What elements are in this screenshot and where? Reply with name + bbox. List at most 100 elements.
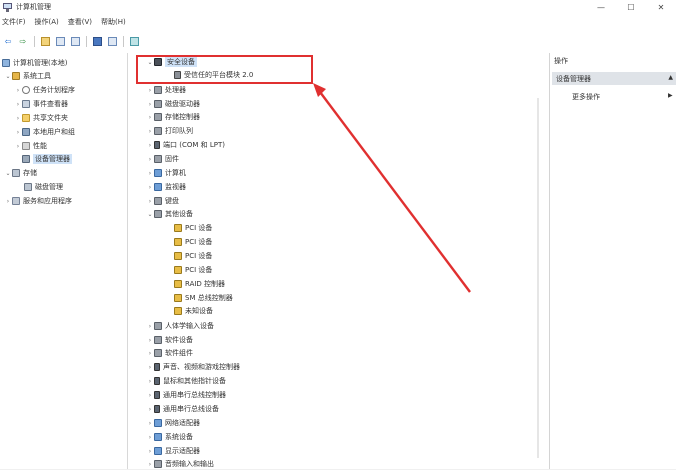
tree-item-device[interactable]: SM 总线控制器: [174, 292, 233, 304]
expand-icon[interactable]: ›: [146, 156, 154, 163]
collapse-icon[interactable]: ⌄: [4, 170, 12, 177]
expand-icon[interactable]: ›: [146, 448, 154, 455]
expand-icon[interactable]: ›: [146, 378, 154, 385]
vertical-scrollbar[interactable]: [537, 98, 539, 458]
expand-icon[interactable]: ›: [4, 198, 12, 205]
help-button[interactable]: [91, 35, 103, 47]
expand-icon[interactable]: ›: [146, 198, 154, 205]
usb-device-icon: [154, 405, 160, 413]
expand-icon[interactable]: ›: [146, 323, 154, 330]
minimize-button[interactable]: —: [586, 0, 616, 14]
expand-icon[interactable]: ›: [14, 87, 22, 94]
tree-item-category[interactable]: › 声音、视频和游戏控制器: [146, 361, 240, 373]
toolbar-separator: [86, 35, 87, 47]
tree-item-category[interactable]: › 网络适配器: [146, 417, 200, 429]
tree-label: 未知设备: [185, 307, 213, 315]
actions-section-device-manager[interactable]: 设备管理器 ▲: [552, 72, 676, 85]
menu-view[interactable]: 查看(V): [68, 17, 92, 27]
expand-icon[interactable]: ›: [146, 142, 154, 149]
tree-item-storage[interactable]: ⌄ 存储: [4, 167, 37, 179]
properties-button[interactable]: [106, 35, 118, 47]
expand-icon[interactable]: ›: [14, 143, 22, 150]
tree-item-category[interactable]: › 存储控制器: [146, 111, 200, 123]
close-button[interactable]: ✕: [646, 0, 676, 14]
maximize-button[interactable]: ☐: [616, 0, 646, 14]
collapse-up-icon[interactable]: ▲: [668, 74, 673, 81]
expand-icon[interactable]: ›: [146, 364, 154, 371]
expand-icon[interactable]: ›: [146, 420, 154, 427]
tree-label: 任务计划程序: [33, 86, 75, 94]
tree-item-category[interactable]: › 处理器: [146, 84, 186, 96]
tree-item-category[interactable]: › 打印队列: [146, 125, 193, 137]
tree-item-category[interactable]: › 人体学输入设备: [146, 320, 214, 332]
tree-item-device-manager[interactable]: 设备管理器: [14, 153, 72, 165]
tree-item-local-users[interactable]: › 本地用户和组: [14, 126, 75, 138]
tree-label: 存储: [23, 169, 37, 177]
expand-icon[interactable]: ›: [146, 114, 154, 121]
expand-icon[interactable]: ›: [146, 350, 154, 357]
back-button[interactable]: ⇦: [2, 35, 14, 47]
tree-item-category[interactable]: › 系统设备: [146, 431, 193, 443]
expand-icon[interactable]: ›: [14, 115, 22, 122]
tree-item-category[interactable]: › 音频输入和输出: [146, 458, 214, 470]
more-actions-item[interactable]: 更多操作: [572, 92, 600, 102]
tree-item-device[interactable]: PCI 设备: [174, 250, 212, 262]
tree-item-category[interactable]: › 通用串行总线设备: [146, 403, 219, 415]
tree-item-disk-management[interactable]: 磁盘管理: [24, 181, 63, 193]
list-view-button[interactable]: [69, 35, 81, 47]
show-tree-button[interactable]: [54, 35, 66, 47]
expand-icon[interactable]: ›: [14, 129, 22, 136]
expand-icon[interactable]: ›: [146, 170, 154, 177]
tree-item-services-apps[interactable]: › 服务和应用程序: [4, 195, 72, 207]
expand-icon[interactable]: ›: [146, 406, 154, 413]
tree-item-category[interactable]: › 磁盘驱动器: [146, 98, 200, 110]
collapse-icon[interactable]: ⌄: [146, 211, 154, 218]
tree-item-system-tools[interactable]: ⌄ 系统工具: [4, 70, 51, 82]
up-folder-button[interactable]: [39, 35, 51, 47]
forward-button[interactable]: ⇨: [17, 35, 29, 47]
tree-item-category[interactable]: › 固件: [146, 153, 179, 165]
expand-icon[interactable]: ›: [146, 434, 154, 441]
menu-action[interactable]: 操作(A): [35, 17, 59, 27]
tree-item-category[interactable]: › 计算机: [146, 167, 186, 179]
tree-item-device[interactable]: RAID 控制器: [174, 278, 225, 290]
expand-icon[interactable]: ›: [146, 392, 154, 399]
disk-icon: [24, 183, 32, 191]
tree-item-other-devices[interactable]: ⌄ 其他设备: [146, 208, 193, 220]
folder-icon: [22, 114, 30, 122]
tree-item-event-viewer[interactable]: › 事件查看器: [14, 98, 68, 110]
actions-pane: [550, 53, 676, 469]
menu-file[interactable]: 文件(F): [2, 17, 26, 27]
tree-item-device[interactable]: PCI 设备: [174, 264, 212, 276]
scan-hardware-button[interactable]: [128, 35, 140, 47]
tree-item-category[interactable]: › 软件组件: [146, 347, 193, 359]
collapse-icon[interactable]: ⌄: [4, 73, 12, 80]
expand-icon[interactable]: ›: [146, 461, 154, 468]
tree-label: 计算机管理(本地): [13, 59, 68, 67]
expand-icon[interactable]: ›: [146, 128, 154, 135]
tree-item-category[interactable]: › 端口 (COM 和 LPT): [146, 139, 225, 151]
tree-item-task-scheduler[interactable]: › 任务计划程序: [14, 84, 75, 96]
tree-item-device[interactable]: PCI 设备: [174, 236, 212, 248]
tree-item-category[interactable]: › 显示适配器: [146, 445, 200, 457]
expand-icon[interactable]: ›: [146, 87, 154, 94]
tree-item-root[interactable]: 计算机管理(本地): [2, 57, 67, 69]
expand-icon[interactable]: ›: [14, 101, 22, 108]
tree-item-device[interactable]: PCI 设备: [174, 222, 212, 234]
tree-item-shared-folders[interactable]: › 共享文件夹: [14, 112, 68, 124]
tree-item-category[interactable]: › 键盘: [146, 195, 179, 207]
tree-item-category[interactable]: › 通用串行总线控制器: [146, 389, 226, 401]
expand-icon[interactable]: ›: [146, 184, 154, 191]
tree-label: 系统设备: [165, 433, 193, 441]
services-icon: [12, 197, 20, 205]
tree-item-category[interactable]: › 监视器: [146, 181, 186, 193]
keyboard-icon: [154, 197, 162, 205]
tree-item-category[interactable]: › 软件设备: [146, 334, 193, 346]
clock-icon: [22, 86, 30, 94]
tree-item-device[interactable]: 未知设备: [174, 305, 213, 317]
tree-item-category[interactable]: › 鼠标和其他指针设备: [146, 375, 226, 387]
menu-help[interactable]: 帮助(H): [101, 17, 126, 27]
expand-icon[interactable]: ›: [146, 101, 154, 108]
tree-item-performance[interactable]: › 性能: [14, 140, 47, 152]
expand-icon[interactable]: ›: [146, 337, 154, 344]
